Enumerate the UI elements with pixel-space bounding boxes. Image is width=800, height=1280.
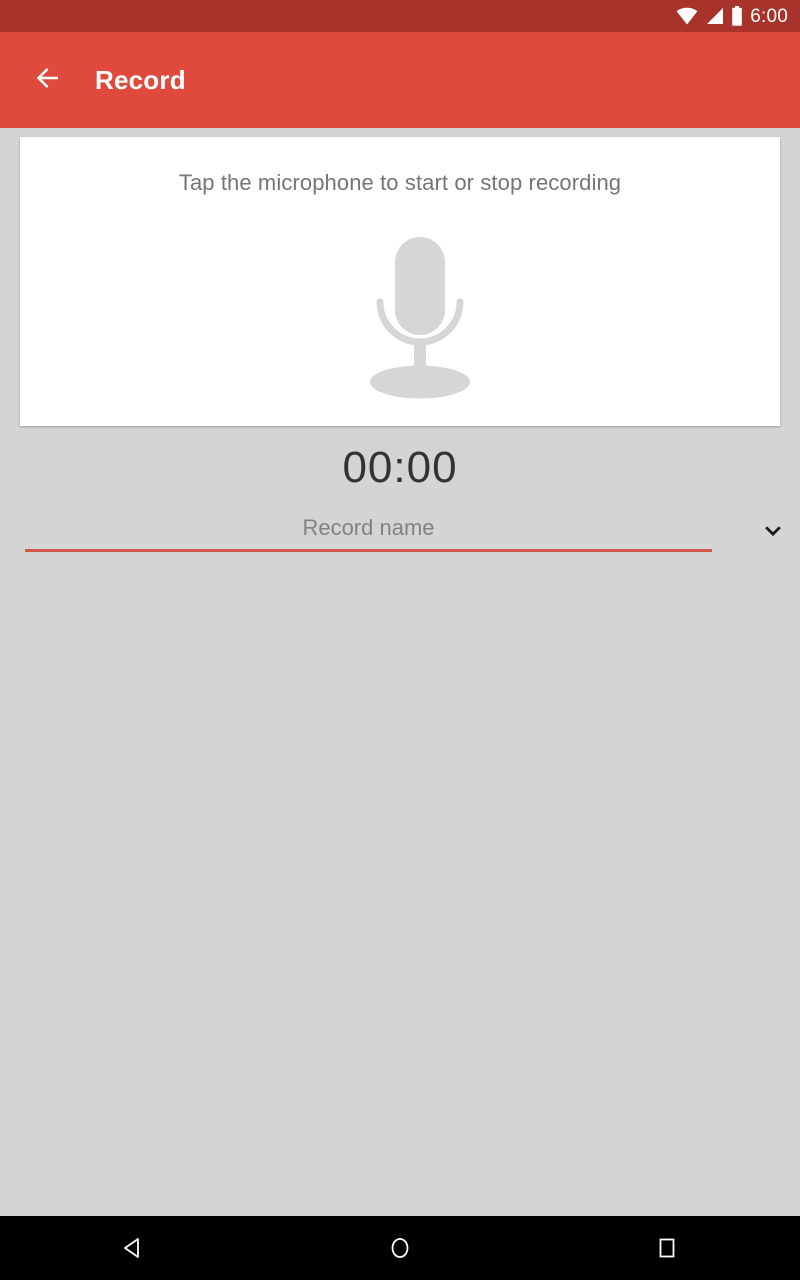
status-bar-clock: 6:00 [750,5,788,27]
recording-timer: 00:00 [342,443,458,492]
battery-icon [731,6,743,26]
nav-back-triangle-icon [120,1235,146,1261]
microphone-card: Tap the microphone to start or stop reco… [20,137,780,426]
page-title: Record [95,64,186,95]
nav-recents-square-icon [654,1235,680,1261]
chevron-down-icon [760,517,786,543]
nav-recents-button[interactable] [533,1216,800,1280]
record-name-row [25,508,781,556]
record-name-field[interactable] [25,508,712,552]
status-bar: 6:00 [0,0,800,32]
record-name-input[interactable] [25,508,712,548]
record-name-dropdown-button[interactable] [731,506,800,554]
app-bar: Record [0,32,800,128]
record-hint-text: Tap the microphone to start or stop reco… [178,170,622,195]
status-bar-icons [676,6,743,26]
nav-home-button[interactable] [267,1216,534,1280]
record-screen: 6:00 Record Tap the microphone to start … [0,0,800,1280]
microphone-icon [360,225,480,400]
cellular-signal-icon [705,7,724,25]
wifi-icon [676,7,698,25]
android-navigation-bar [0,1216,800,1280]
arrow-left-icon [33,63,63,98]
microphone-record-button[interactable] [360,225,480,400]
nav-home-circle-icon [387,1235,413,1261]
back-button[interactable] [20,52,76,108]
nav-back-button[interactable] [0,1216,267,1280]
